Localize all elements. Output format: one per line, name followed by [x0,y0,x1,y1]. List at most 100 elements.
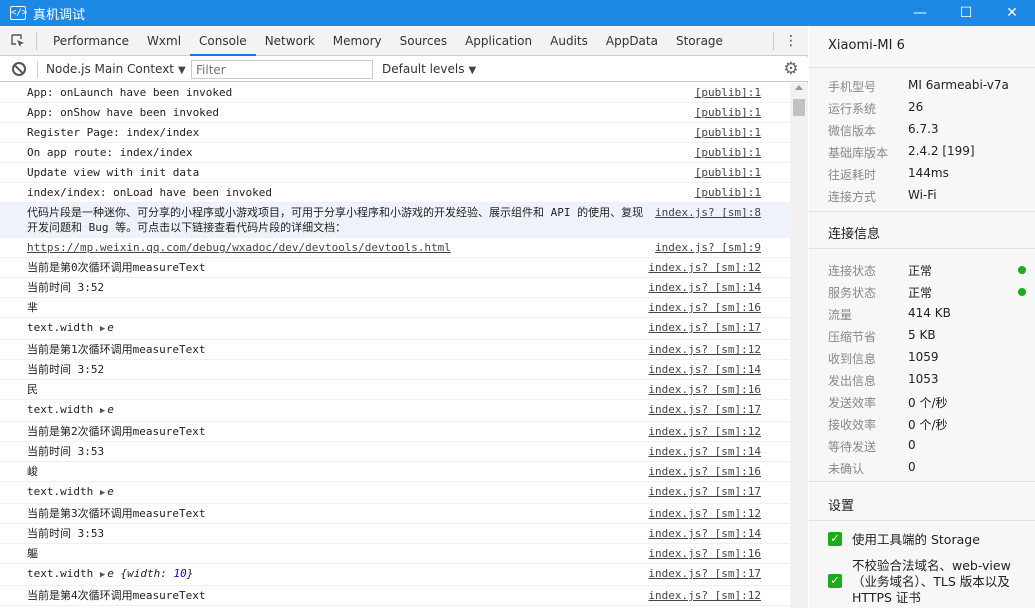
console-row: text.width ▶ e index.js? [sm]:17 [0,400,790,422]
console-message: text.width [27,321,94,334]
inspect-element-icon[interactable] [11,34,25,48]
console-row: 当前时间 3:52 index.js? [sm]:14 [0,278,790,298]
object-preview[interactable]: e [107,485,114,498]
source-link[interactable]: index.js? [sm]:16 [648,382,761,397]
info-value: 0 个/秒 [908,418,948,432]
console-message: text.width [27,567,94,580]
divider [809,248,1035,249]
connection-info-row: 服务状态 正常 [828,284,1035,306]
console-row: 軀 index.js? [sm]:16 [0,544,790,564]
tab-wxml[interactable]: Wxml [138,26,190,56]
console-row: https://mp.weixin.qq.com/debug/wxadoc/de… [0,238,790,258]
console-row: text.width ▶ e index.js? [sm]:17 [0,318,790,340]
tab-sources[interactable]: Sources [391,26,456,56]
expand-triangle-icon[interactable]: ▶ [100,324,105,334]
checkbox-checked-icon[interactable]: ✓ [828,574,842,588]
toolbar-divider [773,32,774,50]
console-scrollbar[interactable] [790,83,808,608]
levels-select[interactable]: Default levels ▼ [382,57,476,82]
source-link[interactable]: [publib]:1 [695,145,761,160]
tab-storage[interactable]: Storage [667,26,732,56]
source-link[interactable]: index.js? [sm]:14 [648,280,761,295]
info-label: 接收效率 [828,418,877,432]
info-label: 手机型号 [828,80,877,94]
checkbox-checked-icon[interactable]: ✓ [828,532,842,546]
source-link[interactable]: index.js? [sm]:12 [648,588,761,603]
source-link[interactable]: [publib]:1 [695,85,761,100]
info-label: 未确认 [828,462,865,476]
tab-audits[interactable]: Audits [541,26,597,56]
tab-memory[interactable]: Memory [324,26,391,56]
devtools-tabbar: Performance Wxml Console Network Memory Sourc… [0,26,808,56]
console-settings-icon[interactable]: ⚙ [782,60,800,78]
scroll-up-arrow-icon[interactable] [795,85,803,90]
console-row: text.width ▶ e {width: 10} index.js? [sm]:… [0,564,790,586]
connection-info-row: 连接状态 正常 [828,262,1035,284]
console-message: text.width [27,485,94,498]
tab-performance[interactable]: Performance [44,26,138,56]
source-link[interactable]: index.js? [sm]:8 [655,205,761,220]
object-preview[interactable]: e [107,403,114,416]
close-button[interactable]: ✕ [989,0,1035,26]
source-link[interactable]: index.js? [sm]:12 [648,506,761,521]
console-message: 当前时间 3:53 [27,527,105,540]
info-label: 基础库版本 [828,146,889,160]
info-label: 连接方式 [828,190,877,204]
info-value: 1053 [908,372,939,386]
source-link[interactable]: index.js? [sm]:12 [648,342,761,357]
context-select[interactable]: Node.js Main Context ▼ [46,57,186,82]
source-link[interactable]: [publib]:1 [695,105,761,120]
source-link[interactable]: index.js? [sm]:12 [648,260,761,275]
expand-triangle-icon[interactable]: ▶ [100,488,105,498]
source-link[interactable]: index.js? [sm]:17 [648,484,761,499]
source-link[interactable]: [publib]:1 [695,165,761,180]
expand-triangle-icon[interactable]: ▶ [100,406,105,416]
info-label: 发送效率 [828,396,877,410]
source-link[interactable]: index.js? [sm]:14 [648,526,761,541]
info-value: 5 KB [908,328,936,342]
source-link[interactable]: index.js? [sm]:16 [648,464,761,479]
source-link[interactable]: index.js? [sm]:16 [648,546,761,561]
clear-console-icon[interactable] [12,62,26,76]
tab-network[interactable]: Network [256,26,324,56]
source-link[interactable]: index.js? [sm]:9 [655,240,761,255]
expand-triangle-icon[interactable]: ▶ [100,570,105,580]
console-message: 代码片段是一种迷你、可分享的小程序或小游戏项目，可用于分享小程序和小游戏的开发经… [27,206,644,234]
filter-input[interactable] [191,60,373,79]
connection-info-row: 接收效率 0 个/秒 [828,416,1035,438]
connection-info-row: 收到信息 1059 [828,350,1035,372]
tab-console[interactable]: Console [190,26,256,56]
console-message: App: onShow have been invoked [27,106,220,119]
source-link[interactable]: [publib]:1 [695,125,761,140]
object-preview[interactable]: e [107,567,114,580]
console-row: 峻 index.js? [sm]:16 [0,462,790,482]
source-link[interactable]: index.js? [sm]:16 [648,300,761,315]
console-message: Update view with init data [27,166,200,179]
tab-application[interactable]: Application [456,26,541,56]
source-link[interactable]: index.js? [sm]:17 [648,320,761,335]
more-menu-icon[interactable]: ⋮ [784,32,798,50]
minimize-button[interactable]: — [897,0,943,26]
source-link[interactable]: index.js? [sm]:14 [648,444,761,459]
console-message: 当前是第0次循环调用measureText [27,261,206,274]
source-link[interactable]: index.js? [sm]:17 [648,566,761,581]
console-url-link[interactable]: https://mp.weixin.qq.com/debug/wxadoc/de… [27,240,451,255]
source-link[interactable]: [publib]:1 [695,185,761,200]
console-message: 当前是第3次循环调用measureText [27,507,206,520]
source-link[interactable]: index.js? [sm]:12 [648,424,761,439]
console-message: 軀 [27,547,38,560]
tab-appdata[interactable]: AppData [597,26,667,56]
source-link[interactable]: index.js? [sm]:14 [648,362,761,377]
console-row: text.width ▶ e index.js? [sm]:17 [0,482,790,504]
object-preview[interactable]: e [107,321,114,334]
console-message: index/index: onLoad have been invoked [27,186,273,199]
scrollbar-thumb[interactable] [793,99,805,116]
connection-info-row: 发送效率 0 个/秒 [828,394,1035,416]
console-message: 当前时间 3:52 [27,363,105,376]
console-row: index/index: onLoad have been invoked [pu… [0,183,790,203]
source-link[interactable]: index.js? [sm]:17 [648,402,761,417]
maximize-button[interactable]: ☐ [943,0,989,26]
device-name: Xiaomi-MI 6 [828,38,905,53]
divider [809,67,1035,68]
connection-info-row: 流量 414 KB [828,306,1035,328]
